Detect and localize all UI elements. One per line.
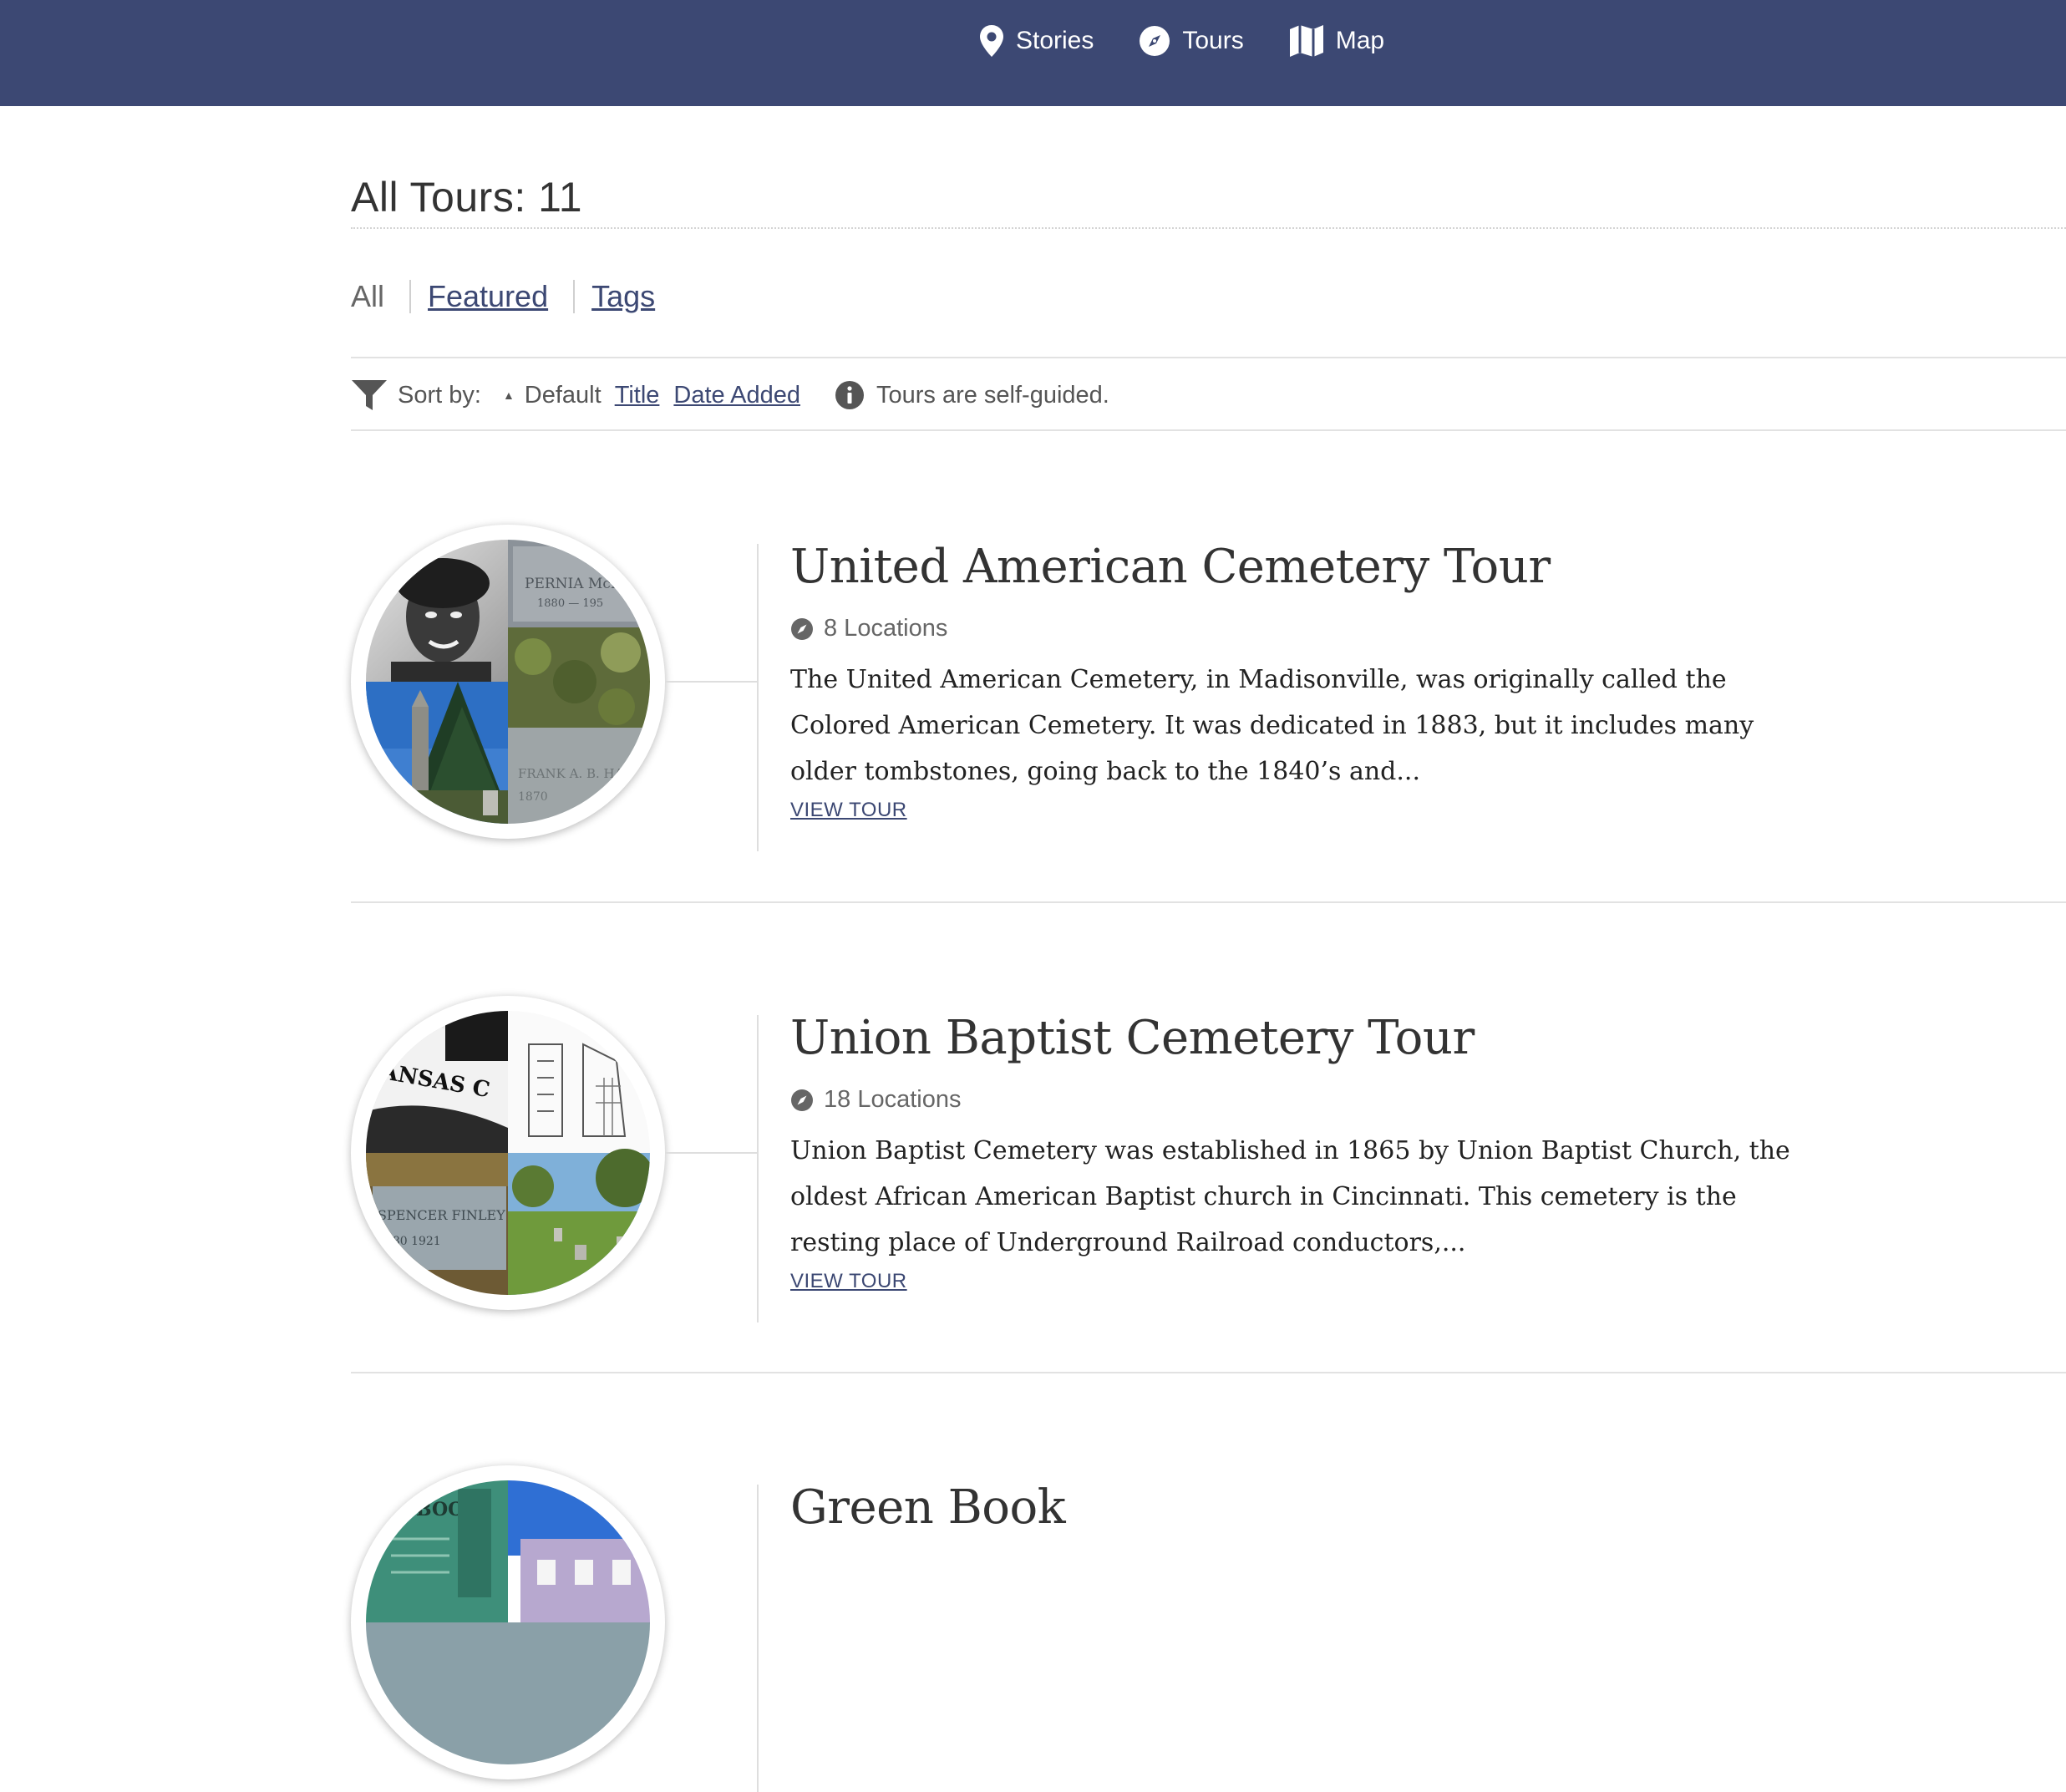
title-divider (351, 227, 2066, 229)
compass-icon (791, 617, 813, 640)
tour-locations-count: 8 Locations (824, 615, 948, 642)
tour-thumbnail-collage: PERNIA McKI 1880 — 195 FRANK A. B. HA 18… (366, 540, 650, 824)
tour-thumbnail-collage: ANSAS C SPENCER FINLEY 1880 1921 (366, 1011, 650, 1295)
tour-thumbnail[interactable]: PERNIA McKI 1880 — 195 FRANK A. B. HA 18… (351, 525, 665, 839)
tour-title[interactable]: United American Cemetery Tour (790, 540, 1551, 594)
folded-map-icon (1289, 25, 1323, 57)
compass-icon (1140, 26, 1170, 56)
self-guided-text: Tours are self-guided. (876, 381, 1109, 409)
tab-separator (573, 280, 576, 313)
compass-icon (791, 1089, 813, 1111)
collage-image: BOOK (366, 1480, 650, 1764)
tour-description: The United American Cemetery, in Madison… (790, 665, 1754, 786)
stone-inscription: SPENCER FINLEY (378, 1207, 505, 1223)
tour-thumbnail-collage: BOOK (366, 1480, 650, 1764)
collage-image: ANSAS C SPENCER FINLEY 1880 1921 (366, 1011, 650, 1295)
stone-years: 1880 — 195 (537, 597, 603, 610)
vertical-divider (757, 1015, 759, 1322)
tour-thumbnail[interactable]: ANSAS C SPENCER FINLEY 1880 1921 (351, 996, 665, 1310)
nav-tours-label: Tours (1182, 27, 1244, 54)
info-icon (835, 381, 864, 409)
tour-thumbnail[interactable]: BOOK (351, 1465, 665, 1779)
tour-title[interactable]: Union Baptist Cemetery Tour (790, 1011, 1475, 1065)
sortbar-bottom-divider (351, 429, 2066, 431)
nav-tours[interactable]: Tours (1139, 22, 1244, 60)
collage-image: PERNIA McKI 1880 — 195 FRANK A. B. HA 18… (366, 540, 650, 824)
connector-line (665, 1152, 757, 1154)
stone-inscription: PERNIA McKI (525, 576, 627, 592)
self-guided-note: Tours are self-guided. (835, 380, 1109, 410)
nav-map-label: Map (1335, 27, 1385, 54)
primary-nav: Stories Tours Map (979, 22, 1429, 60)
nav-stories-label: Stories (1016, 27, 1094, 54)
view-tour-link[interactable]: VIEW TOUR (790, 799, 907, 822)
tour-title[interactable]: Green Book (790, 1480, 1066, 1535)
tour-description: Union Baptist Cemetery was established i… (790, 1136, 1790, 1257)
stone-years: 1880 1921 (378, 1235, 441, 1248)
top-navbar: Stories Tours Map (0, 0, 2066, 106)
tab-featured[interactable]: Featured (428, 279, 548, 314)
tab-separator (409, 280, 412, 313)
tour-locations-count: 18 Locations (824, 1086, 962, 1113)
nav-map[interactable]: Map (1289, 22, 1384, 60)
sort-label: Sort by: (398, 381, 481, 409)
tab-tags[interactable]: Tags (591, 279, 655, 314)
view-tour-link[interactable]: VIEW TOUR (790, 1270, 907, 1293)
tour-locations: 18 Locations (790, 1086, 961, 1114)
sort-date-added-link[interactable]: Date Added (673, 382, 800, 409)
sort-bar: Sort by: ▲ Default Title Date Added Tour… (351, 378, 1109, 413)
tab-all[interactable]: All (351, 279, 384, 314)
nav-stories[interactable]: Stories (979, 22, 1094, 60)
sort-title-link[interactable]: Title (615, 382, 660, 409)
sort-ascending-icon: ▲ (502, 388, 515, 402)
filter-tabs: All Featured Tags (351, 279, 655, 314)
sort-default[interactable]: Default (525, 382, 602, 409)
tour-divider (351, 1372, 2066, 1373)
stone-inscription: FRANK A. B. HA (518, 766, 624, 781)
stone-year: 1870 (518, 790, 548, 804)
tour-divider (351, 901, 2066, 903)
filter-funnel-icon (352, 380, 387, 410)
tour-locations: 8 Locations (790, 615, 947, 642)
page-title: All Tours: 11 (351, 174, 583, 221)
connector-line (665, 681, 757, 683)
map-pin-icon (980, 25, 1003, 57)
vertical-divider (757, 1485, 759, 1792)
sortbar-top-divider (351, 357, 2066, 358)
vertical-divider (757, 544, 759, 851)
